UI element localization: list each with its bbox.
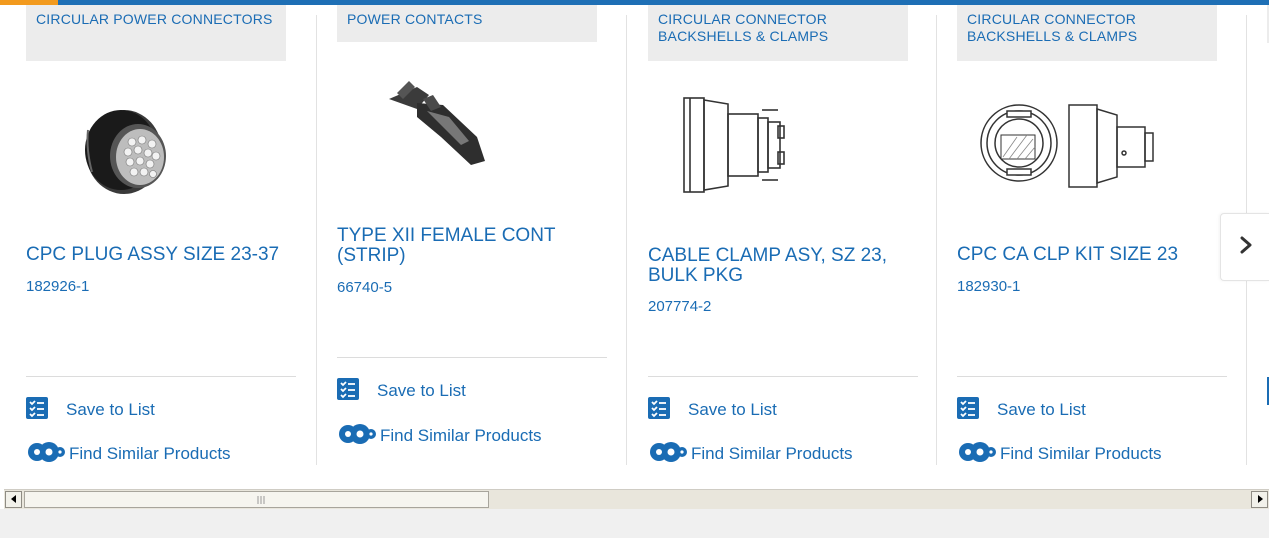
find-similar-label: Find Similar Products <box>69 444 231 463</box>
horizontal-scrollbar[interactable] <box>4 489 1269 509</box>
product-title[interactable]: CABLE CLAMP ASY, SZ 23, BULK PKG <box>648 246 918 286</box>
category-label[interactable]: CIRCULAR CONNECTOR BACKSHELLS & CLAMPS <box>648 5 908 61</box>
cpc-plug-image[interactable] <box>46 80 266 210</box>
card-divider <box>26 376 296 377</box>
clamp-kit-image[interactable] <box>977 97 1197 227</box>
chevron-right-icon <box>1239 236 1253 259</box>
part-number[interactable]: 66740-5 <box>337 279 392 296</box>
scroll-grip-icon <box>257 496 265 504</box>
scroll-left-button[interactable] <box>5 491 22 508</box>
product-title[interactable]: TYPE XII FEMALE CONT (STRIP) <box>337 226 607 266</box>
save-to-list-label: Save to List <box>688 400 777 419</box>
card-divider <box>957 376 1227 377</box>
column-divider <box>316 15 317 465</box>
carousel-next-button[interactable] <box>1220 213 1269 281</box>
find-similar-label: Find Similar Products <box>1000 444 1162 463</box>
gears-icon <box>26 440 66 469</box>
category-label[interactable]: POWER CONTACTS <box>337 5 597 42</box>
find-similar-products-button[interactable]: Find Similar Products <box>337 422 542 451</box>
save-to-list-label: Save to List <box>66 400 155 419</box>
checklist-icon <box>957 396 979 424</box>
card-divider <box>648 376 918 377</box>
page-bottom-area <box>0 509 1269 538</box>
save-to-list-label: Save to List <box>997 400 1086 419</box>
save-to-list-button[interactable]: Save to List <box>337 377 466 405</box>
part-number[interactable]: 182930-1 <box>957 278 1020 295</box>
gears-icon <box>648 440 688 469</box>
part-number[interactable]: 207774-2 <box>648 298 711 315</box>
product-card: CIRCULAR POWER CONNECTORS CPC PLUG ASSY … <box>26 5 296 485</box>
save-to-list-button[interactable]: Save to List <box>957 396 1086 424</box>
find-similar-products-button[interactable]: Find Similar Products <box>957 440 1162 469</box>
product-card: CIRCULAR CONNECTOR BACKSHELLS & CLAMPS C… <box>648 5 918 485</box>
column-divider <box>936 15 937 465</box>
product-card: CIRCULAR CONNECTOR BACKSHELLS & CLAMPS C… <box>957 5 1227 485</box>
gears-icon <box>957 440 997 469</box>
save-to-list-button[interactable]: Save to List <box>648 396 777 424</box>
card-divider <box>337 357 607 358</box>
category-label[interactable]: CIRCULAR POWER CONNECTORS <box>26 5 286 61</box>
gears-icon <box>337 422 377 451</box>
scroll-right-button[interactable] <box>1251 491 1268 508</box>
save-to-list-label: Save to List <box>377 381 466 400</box>
product-title[interactable]: CPC PLUG ASSY SIZE 23-37 <box>26 245 296 265</box>
product-carousel: CIRCULAR POWER CONNECTORS CPC PLUG ASSY … <box>0 5 1269 485</box>
checklist-icon <box>648 396 670 424</box>
find-similar-label: Find Similar Products <box>691 444 853 463</box>
female-contact-image[interactable] <box>357 65 577 195</box>
part-number[interactable]: 182926-1 <box>26 278 89 295</box>
category-label[interactable]: CIRCULAR CONNECTOR BACKSHELLS & CLAMPS <box>957 5 1217 61</box>
find-similar-products-button[interactable]: Find Similar Products <box>26 440 231 469</box>
save-to-list-button[interactable]: Save to List <box>26 396 155 424</box>
find-similar-products-button[interactable]: Find Similar Products <box>648 440 853 469</box>
checklist-icon <box>26 396 48 424</box>
checklist-icon <box>337 377 359 405</box>
find-similar-label: Find Similar Products <box>380 426 542 445</box>
product-title[interactable]: CPC CA CLP KIT SIZE 23 <box>957 245 1227 265</box>
column-divider <box>626 15 627 465</box>
scrollbar-thumb[interactable] <box>24 491 489 508</box>
product-card: POWER CONTACTS TYPE XII FEMALE CONT (STR… <box>337 5 607 485</box>
arrow-left-icon <box>10 491 18 509</box>
arrow-right-icon <box>1256 491 1264 509</box>
cable-clamp-image[interactable] <box>668 90 888 220</box>
